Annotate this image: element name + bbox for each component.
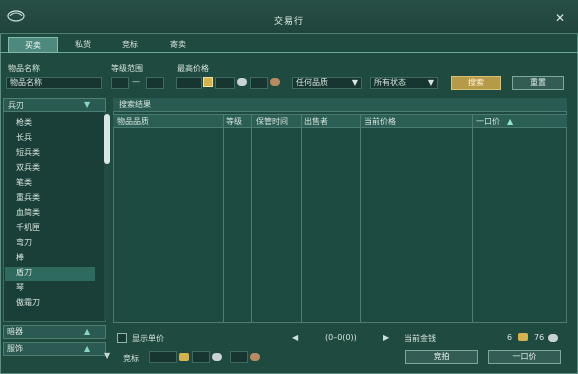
bid-button[interactable]: 竞拍 [405,350,478,364]
column-divider [360,114,361,322]
level-max-input[interactable] [146,77,164,89]
collapse-icon[interactable]: ▼ [84,100,90,109]
scroll-down-icon[interactable]: ▼ [104,351,110,360]
gold-icon [179,353,189,361]
search-button[interactable]: 搜索 [451,76,501,90]
sidebar-item[interactable]: 棒 [16,252,24,266]
status-select-value: 所有状态 [374,78,406,87]
page-next-icon[interactable]: ▶ [383,333,389,342]
sidebar-item[interactable]: 笔类 [16,177,32,191]
sidebar-item[interactable]: 弯刀 [16,237,32,251]
close-icon[interactable]: ✕ [553,11,567,25]
money-gold: 6 [507,333,513,342]
sort-up-icon[interactable]: ▲ [507,117,513,126]
level-min-input[interactable] [111,77,129,89]
max-price-silver-input[interactable] [215,77,235,89]
sidebar-item-selected[interactable]: 盾刀 [5,267,95,281]
tab-private-goods[interactable]: 私货 [58,37,108,53]
bid-copper-input[interactable] [230,351,248,363]
buyout-button[interactable]: 一口价 [488,350,561,364]
silver-icon [237,78,247,86]
max-price-gold-input[interactable] [176,77,202,89]
page-prev-icon[interactable]: ◀ [292,333,298,342]
range-separator: — [132,77,140,86]
results-panel [113,98,567,323]
max-price-label: 最高价格 [177,64,209,73]
item-name-label: 物品名称 [8,64,40,73]
sidebar-category[interactable]: 暗器 ▲ [3,325,106,339]
expand-icon[interactable]: ▲ [84,326,90,338]
silver-icon [212,353,222,361]
results-panel-title: 搜索结果 [119,100,151,109]
column-level[interactable]: 等级 [226,116,242,127]
level-range-label: 等级范围 [111,64,143,73]
bid-gold-input[interactable] [149,351,177,363]
column-divider [472,114,473,322]
sidebar-category-label: 服饰 [7,344,23,353]
max-price-copper-input[interactable] [250,77,268,89]
item-name-input[interactable]: 物品名称 [6,77,102,89]
gold-icon [203,77,213,87]
column-divider [251,114,252,322]
tab-consign[interactable]: 寄卖 [153,37,203,53]
tab-bidding[interactable]: 竞标 [105,37,155,53]
window-title: 交易行 [273,17,304,27]
results-panel-header: 搜索结果 [113,98,567,112]
sidebar-item[interactable]: 傲霜刀 [16,297,40,311]
sidebar-category-label: 暗器 [7,327,23,336]
sidebar-item[interactable]: 琴 [16,282,24,296]
sidebar-item[interactable]: 短兵类 [16,147,40,161]
sidebar-scroll-thumb[interactable] [104,114,110,164]
sidebar-item[interactable]: 血简类 [16,207,40,221]
sidebar-item[interactable]: 双兵类 [16,162,40,176]
status-select[interactable]: 所有状态 ▼ [370,77,438,89]
chevron-down-icon: ▼ [351,78,358,87]
column-quality[interactable]: 物品品质 [117,116,149,127]
sidebar-item[interactable]: 重兵类 [16,192,40,206]
sidebar-category[interactable]: 服饰 ▲ [3,342,106,356]
sidebar-header[interactable]: 兵刃 ▼ [3,98,106,112]
sidebar-item[interactable]: 枪类 [16,117,32,131]
gold-icon [518,333,528,341]
tab-buy-sell[interactable]: 买卖 [8,37,58,53]
column-buyout[interactable]: 一口价 [476,116,500,127]
money-silver: 76 [534,333,545,342]
bid-label: 竞标 [123,354,139,363]
pager-text: (0–0(0)) [325,333,357,342]
expand-icon[interactable]: ▲ [84,343,90,355]
silver-icon [548,334,558,342]
quality-select-value: 任何品质 [296,78,328,87]
column-seller[interactable]: 出售者 [304,116,328,127]
reset-button[interactable]: 重置 [512,76,564,90]
column-current-price[interactable]: 当前价格 [364,116,396,127]
bid-silver-input[interactable] [192,351,210,363]
chevron-down-icon: ▼ [427,78,434,87]
column-divider [301,114,302,322]
show-unit-price-label: 显示单价 [132,334,164,343]
current-money-label: 当前金钱 [404,334,436,343]
show-unit-price-checkbox[interactable] [117,333,127,343]
copper-icon [250,353,260,361]
sidebar-item[interactable]: 长兵 [16,132,32,146]
sidebar-item[interactable]: 千机匣 [16,222,40,236]
copper-icon [270,78,280,86]
column-storage-time[interactable]: 保管时间 [256,116,288,127]
column-divider [223,114,224,322]
sidebar-header-label: 兵刃 [8,101,24,110]
quality-select[interactable]: 任何品质 ▼ [292,77,362,89]
